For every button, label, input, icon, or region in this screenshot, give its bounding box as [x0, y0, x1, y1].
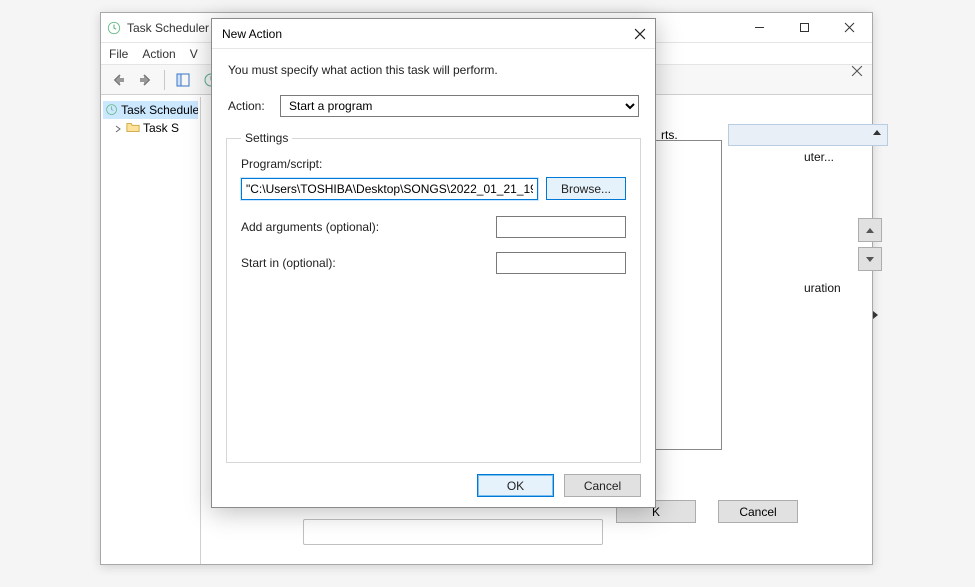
action-select[interactable]: Start a program — [280, 95, 639, 117]
startin-input[interactable] — [496, 252, 626, 274]
forward-button[interactable] — [133, 68, 159, 92]
close-button[interactable] — [827, 13, 872, 41]
action-row: Action: Start a program — [228, 95, 639, 117]
menu-file[interactable]: File — [109, 47, 128, 61]
actions-header[interactable]: rts. — [728, 124, 888, 146]
dialog-body: You must specify what action this task w… — [212, 49, 655, 463]
maximize-button[interactable] — [782, 13, 827, 41]
nav-up-button[interactable] — [858, 218, 882, 242]
toolbar-divider — [164, 70, 165, 90]
actions-column: rts. uter... uration — [728, 124, 888, 327]
program-row: Browse... — [241, 177, 626, 200]
tree-pane[interactable]: Task Scheduler Task S — [101, 97, 201, 564]
actions-item-label: uter... — [804, 150, 834, 164]
intermediate-cancel-label: Cancel — [739, 505, 776, 519]
minimize-button[interactable] — [737, 13, 782, 41]
dialog-title: New Action — [222, 27, 282, 41]
bottom-status-pill — [303, 519, 603, 545]
actions-item-more[interactable] — [728, 305, 888, 327]
program-label: Program/script: — [241, 157, 626, 171]
nav-down-button[interactable] — [858, 247, 882, 271]
tree-child[interactable]: Task S — [103, 119, 198, 137]
triangle-up-icon — [866, 228, 874, 233]
intermediate-cancel-button[interactable]: Cancel — [718, 500, 798, 523]
intermediate-close-icon[interactable] — [848, 62, 866, 80]
window-controls — [737, 13, 872, 41]
browse-button-label: Browse... — [561, 182, 611, 196]
collapse-arrow-icon — [873, 130, 881, 135]
clock-icon — [105, 103, 118, 117]
arguments-row: Add arguments (optional): — [241, 216, 626, 238]
new-action-dialog: New Action You must specify what action … — [211, 18, 656, 508]
dialog-close-button[interactable] — [631, 25, 649, 43]
arguments-input[interactable] — [496, 216, 626, 238]
action-label: Action: — [228, 99, 280, 113]
back-button[interactable] — [105, 68, 131, 92]
actions-header-text: rts. — [661, 128, 678, 142]
startin-label: Start in (optional): — [241, 256, 496, 270]
tree-root-label: Task Scheduler — [121, 103, 198, 117]
dialog-titlebar[interactable]: New Action — [212, 19, 655, 49]
startin-row: Start in (optional): — [241, 252, 626, 274]
menu-action[interactable]: Action — [142, 47, 175, 61]
clock-icon — [107, 21, 121, 35]
cancel-button-label: Cancel — [584, 479, 621, 493]
program-input[interactable] — [241, 178, 538, 200]
folder-icon — [126, 120, 140, 137]
tree-root[interactable]: Task Scheduler — [103, 101, 198, 119]
actions-item-config-label: uration — [804, 281, 841, 295]
ok-button-label: OK — [507, 479, 524, 493]
actions-item-computer[interactable]: uter... — [728, 146, 888, 168]
menu-view[interactable]: V — [190, 47, 198, 61]
actions-item-config[interactable]: uration — [728, 277, 888, 299]
arguments-label: Add arguments (optional): — [241, 220, 496, 234]
triangle-down-icon — [866, 257, 874, 262]
settings-fieldset: Settings Program/script: Browse... Add a… — [226, 131, 641, 463]
tree-child-label: Task S — [143, 121, 179, 135]
show-tree-button[interactable] — [170, 68, 196, 92]
ok-button[interactable]: OK — [477, 474, 554, 497]
dialog-footer: OK Cancel — [477, 474, 641, 497]
cancel-button[interactable]: Cancel — [564, 474, 641, 497]
browse-button[interactable]: Browse... — [546, 177, 626, 200]
dialog-hint: You must specify what action this task w… — [228, 63, 639, 77]
chevron-right-icon — [873, 311, 878, 319]
chevron-right-icon — [113, 123, 123, 133]
main-window-title: Task Scheduler — [127, 21, 209, 35]
settings-legend: Settings — [241, 131, 292, 145]
